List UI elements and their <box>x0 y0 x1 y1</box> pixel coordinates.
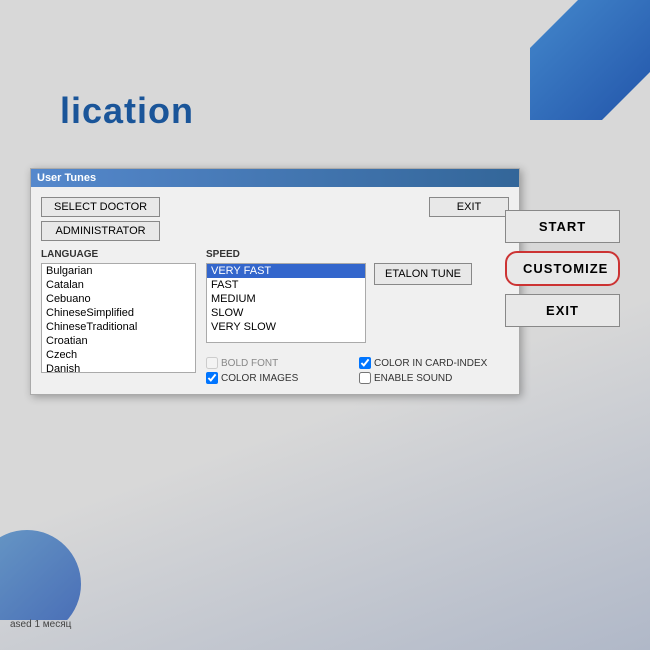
administrator-button[interactable]: ADMINISTRATOR <box>41 221 160 241</box>
select-doctor-button[interactable]: SELECT DOCTOR <box>41 197 160 217</box>
speed-label: SPEED <box>206 249 509 260</box>
logo-area: lication <box>60 90 194 132</box>
checkboxes-section: BOLD FONT COLOR IN CARD-INDEX COLOR IMAG… <box>206 357 509 384</box>
color-images-checkbox-item: COLOR IMAGES <box>206 372 356 384</box>
list-item[interactable]: Croatian <box>42 334 195 348</box>
speed-item-medium[interactable]: MEDIUM <box>207 292 365 306</box>
language-label: LANGUAGE <box>41 249 196 260</box>
color-card-index-label: COLOR IN CARD-INDEX <box>374 358 487 369</box>
language-listbox[interactable]: Bulgarian Catalan Cebuano ChineseSimplif… <box>41 263 196 373</box>
color-card-index-checkbox[interactable] <box>359 357 371 369</box>
enable-sound-checkbox-item: ENABLE SOUND <box>359 372 509 384</box>
language-section: LANGUAGE Bulgarian Catalan Cebuano Chine… <box>41 249 196 384</box>
content-area: LANGUAGE Bulgarian Catalan Cebuano Chine… <box>41 249 509 384</box>
speed-item-very-fast[interactable]: VERY FAST <box>207 264 365 278</box>
speed-item-very-slow[interactable]: VERY SLOW <box>207 320 365 334</box>
list-item[interactable]: Cebuano <box>42 292 195 306</box>
dialog: User Tunes SELECT DOCTOR ADMINISTRATOR E… <box>30 168 520 395</box>
list-item[interactable]: ChineseTraditional <box>42 320 195 334</box>
top-buttons-row: SELECT DOCTOR ADMINISTRATOR EXIT <box>41 197 509 241</box>
list-item[interactable]: Danish <box>42 362 195 373</box>
dialog-titlebar: User Tunes <box>31 169 519 187</box>
color-images-checkbox[interactable] <box>206 372 218 384</box>
speed-item-slow[interactable]: SLOW <box>207 306 365 320</box>
speed-listbox[interactable]: VERY FAST FAST MEDIUM SLOW VERY SLOW <box>206 263 366 343</box>
right-buttons-panel: START CUSTOMIZE EXIT <box>505 210 620 327</box>
list-item[interactable]: Czech <box>42 348 195 362</box>
color-card-index-checkbox-item: COLOR IN CARD-INDEX <box>359 357 509 369</box>
speed-row: VERY FAST FAST MEDIUM SLOW VERY SLOW ETA… <box>206 263 509 351</box>
dialog-title: User Tunes <box>37 172 96 184</box>
dialog-exit-button[interactable]: EXIT <box>429 197 509 217</box>
enable-sound-label: ENABLE SOUND <box>374 373 452 384</box>
bold-font-label: BOLD FONT <box>221 358 278 369</box>
etalon-tune-button[interactable]: ETALON TUNE <box>374 263 472 285</box>
list-item[interactable]: Catalan <box>42 278 195 292</box>
speed-section: SPEED VERY FAST FAST MEDIUM SLOW VERY SL… <box>206 249 509 384</box>
enable-sound-checkbox[interactable] <box>359 372 371 384</box>
speed-item-fast[interactable]: FAST <box>207 278 365 292</box>
list-item[interactable]: ChineseSimplified <box>42 306 195 320</box>
dialog-body: SELECT DOCTOR ADMINISTRATOR EXIT LANGUAG… <box>31 187 519 394</box>
customize-button[interactable]: CUSTOMIZE <box>505 251 620 286</box>
status-bar: ased 1 месяц <box>10 619 71 630</box>
list-item[interactable]: Bulgarian <box>42 264 195 278</box>
bold-font-checkbox-item: BOLD FONT <box>206 357 356 369</box>
start-button[interactable]: START <box>505 210 620 243</box>
logo-text: lication <box>60 90 194 132</box>
exit-button[interactable]: EXIT <box>505 294 620 327</box>
bold-font-checkbox[interactable] <box>206 357 218 369</box>
color-images-label: COLOR IMAGES <box>221 373 298 384</box>
status-text: ased 1 месяц <box>10 619 71 630</box>
